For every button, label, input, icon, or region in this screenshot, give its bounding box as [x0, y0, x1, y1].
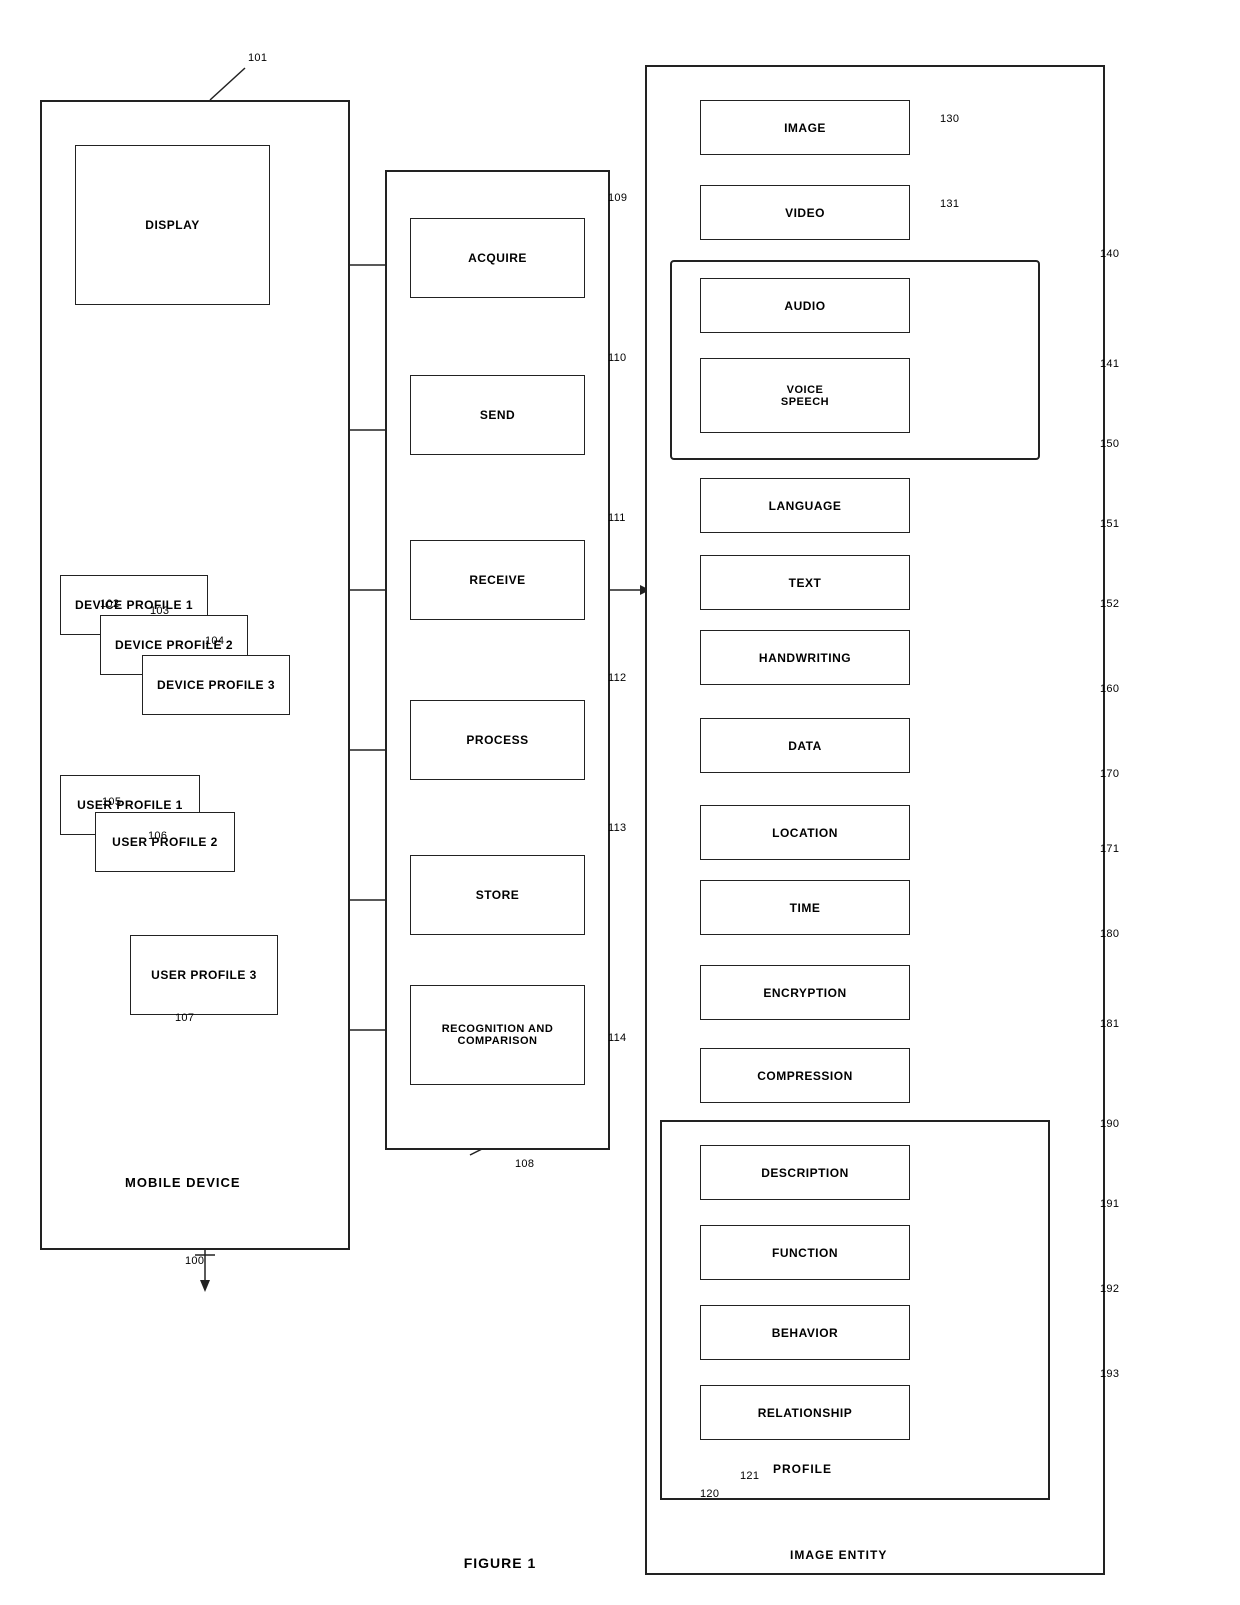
- ref-180: 180: [1100, 928, 1119, 940]
- ref-171: 171: [1100, 843, 1119, 855]
- ref-101: 101: [248, 52, 267, 64]
- recognition-box: RECOGNITION AND COMPARISON: [410, 985, 585, 1085]
- voice-speech-label: VOICE SPEECH: [781, 384, 829, 408]
- image-box: IMAGE: [700, 100, 910, 155]
- description-box: DESCRIPTION: [700, 1145, 910, 1200]
- ref-181: 181: [1100, 1018, 1119, 1030]
- ref-193: 193: [1100, 1368, 1119, 1380]
- mobile-device-label: MOBILE DEVICE: [125, 1175, 241, 1190]
- user-profile-3-label: USER PROFILE 3: [151, 968, 257, 982]
- ref-107: 107: [175, 1012, 194, 1024]
- compression-label: COMPRESSION: [757, 1069, 853, 1083]
- language-label: LANGUAGE: [769, 499, 842, 513]
- device-profile-3-box: DEVICE PROFILE 3: [142, 655, 290, 715]
- ref-192: 192: [1100, 1283, 1119, 1295]
- ref-190: 190: [1100, 1118, 1119, 1130]
- process-box: PROCESS: [410, 700, 585, 780]
- store-box: STORE: [410, 855, 585, 935]
- display-label: DISPLAY: [145, 218, 199, 232]
- ref-141: 141: [1100, 358, 1119, 370]
- store-label: STORE: [476, 888, 520, 902]
- location-box: LOCATION: [700, 805, 910, 860]
- ref-121: 121: [740, 1470, 759, 1482]
- ref-113: 113: [608, 822, 626, 834]
- handwriting-label: HANDWRITING: [759, 651, 851, 665]
- video-label: VIDEO: [785, 206, 825, 220]
- figure-caption: FIGURE 1: [400, 1555, 600, 1571]
- device-profile-1-label: DEVICE PROFILE 1: [75, 598, 193, 612]
- ref-100: 100: [185, 1255, 204, 1267]
- ref-108: 108: [515, 1158, 534, 1170]
- video-box: VIDEO: [700, 185, 910, 240]
- user-profile-3-box: USER PROFILE 3: [130, 935, 278, 1015]
- text-label: TEXT: [789, 576, 822, 590]
- encryption-label: ENCRYPTION: [763, 986, 846, 1000]
- profile-label: PROFILE: [773, 1462, 832, 1476]
- diagram-container: DISPLAY DEVICE PROFILE 1 DEVICE PROFILE …: [0, 0, 1240, 1605]
- behavior-label: BEHAVIOR: [772, 1326, 838, 1340]
- ref-111: 111: [608, 512, 626, 524]
- compression-box: COMPRESSION: [700, 1048, 910, 1103]
- ref-103: 103: [150, 605, 169, 617]
- receive-box: RECEIVE: [410, 540, 585, 620]
- audio-label: AUDIO: [784, 299, 825, 313]
- relationship-label: RELATIONSHIP: [758, 1406, 852, 1420]
- ref-130: 130: [940, 113, 959, 125]
- behavior-box: BEHAVIOR: [700, 1305, 910, 1360]
- user-profile-1-label: USER PROFILE 1: [77, 798, 183, 812]
- ref-160: 160: [1100, 683, 1119, 695]
- receive-label: RECEIVE: [469, 573, 525, 587]
- function-label: FUNCTION: [772, 1246, 838, 1260]
- voice-speech-box: VOICE SPEECH: [700, 358, 910, 433]
- ref-140: 140: [1100, 248, 1119, 260]
- ref-112: 112: [608, 672, 626, 684]
- audio-box: AUDIO: [700, 278, 910, 333]
- language-box: LANGUAGE: [700, 478, 910, 533]
- acquire-label: ACQUIRE: [468, 251, 527, 265]
- ref-152: 152: [1100, 598, 1119, 610]
- recognition-label: RECOGNITION AND COMPARISON: [442, 1023, 554, 1047]
- ref-106: 106: [148, 830, 167, 842]
- function-box: FUNCTION: [700, 1225, 910, 1280]
- ref-104: 104: [205, 635, 224, 647]
- user-profile-2-box: USER PROFILE 2: [95, 812, 235, 872]
- relationship-box: RELATIONSHIP: [700, 1385, 910, 1440]
- handwriting-box: HANDWRITING: [700, 630, 910, 685]
- encryption-box: ENCRYPTION: [700, 965, 910, 1020]
- image-label: IMAGE: [784, 121, 826, 135]
- display-box: DISPLAY: [75, 145, 270, 305]
- description-label: DESCRIPTION: [761, 1166, 849, 1180]
- ref-170: 170: [1100, 768, 1119, 780]
- text-box: TEXT: [700, 555, 910, 610]
- data-box: DATA: [700, 718, 910, 773]
- image-entity-bottom-label: IMAGE ENTITY: [790, 1548, 887, 1562]
- ref-131: 131: [940, 198, 959, 210]
- ref-114: 114: [608, 1032, 626, 1044]
- ref-151: 151: [1100, 518, 1119, 530]
- ref-105: 105: [102, 796, 121, 808]
- ref-120: 120: [700, 1488, 719, 1500]
- send-box: SEND: [410, 375, 585, 455]
- location-label: LOCATION: [772, 826, 838, 840]
- ref-191: 191: [1100, 1198, 1119, 1210]
- send-label: SEND: [480, 408, 515, 422]
- acquire-box: ACQUIRE: [410, 218, 585, 298]
- time-box: TIME: [700, 880, 910, 935]
- ref-150: 150: [1100, 438, 1119, 450]
- ref-109: 109: [608, 192, 627, 204]
- ref-110: 110: [608, 352, 626, 364]
- ref-102: 102: [100, 598, 119, 610]
- process-label: PROCESS: [466, 733, 528, 747]
- time-label: TIME: [790, 901, 821, 915]
- data-label: DATA: [788, 739, 822, 753]
- device-profile-3-label: DEVICE PROFILE 3: [157, 678, 275, 692]
